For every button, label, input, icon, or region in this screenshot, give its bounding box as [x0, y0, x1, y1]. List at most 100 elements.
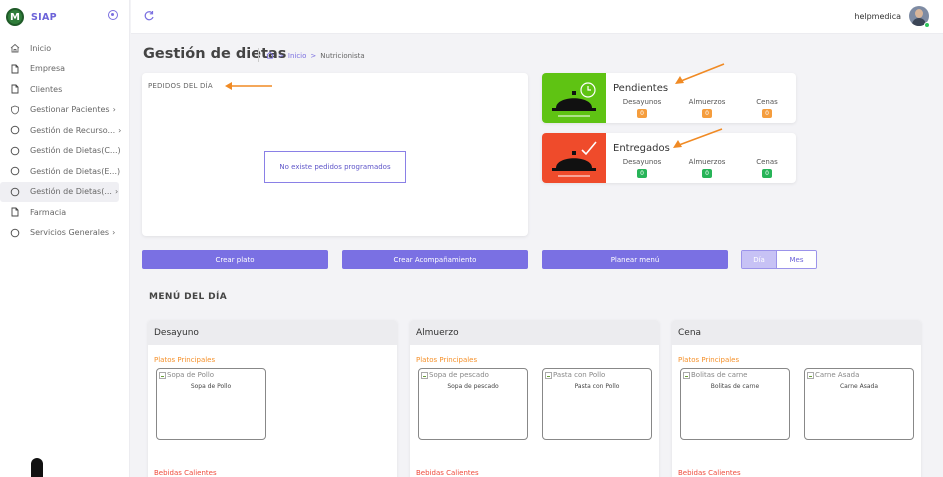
file-icon: [10, 84, 20, 94]
arrow-annotation-icon: [675, 63, 725, 84]
count-badge: 0: [637, 169, 647, 178]
pendientes-desayunos: Desayunos 0: [612, 98, 672, 118]
toggle-mes[interactable]: Mes: [776, 251, 816, 268]
circle-icon: [10, 146, 20, 156]
pendientes-counts: Desayunos 0 Almuerzos 0 Cenas 0: [612, 98, 796, 118]
dish-card[interactable]: Carne Asada Carne Asada: [804, 368, 914, 440]
circle-icon: [10, 125, 20, 135]
meal-cena: Cena Platos Principales Bolitas de carne…: [672, 320, 921, 477]
chevron-right-icon: ›: [118, 125, 122, 135]
sidebar-item-servicios-generales[interactable]: Servicios Generales ›: [0, 223, 129, 244]
sidebar-item-gestion-dietas-e[interactable]: Gestión de Dietas(E...): [0, 161, 129, 182]
status-label: Cenas: [756, 98, 778, 106]
refresh-icon[interactable]: [143, 10, 155, 22]
sidebar-item-clientes[interactable]: Clientes: [0, 79, 129, 100]
sidebar-item-label: Inicio: [30, 43, 52, 53]
pending-image: [542, 73, 606, 123]
empty-orders-message: No existe pedidos programados: [264, 151, 406, 183]
sidebar-item-label: Clientes: [30, 84, 63, 94]
sidebar-item-label: Farmacia: [30, 207, 67, 217]
brand-name: SIAP: [31, 11, 57, 23]
broken-image-icon: [545, 371, 552, 379]
file-icon: [10, 207, 20, 217]
broken-image-icon: [807, 371, 814, 379]
shield-icon: [10, 105, 20, 115]
meal-section-bebidas: Bebidas Calientes: [678, 469, 741, 477]
overlay-handle: [31, 458, 43, 477]
sidebar-item-gestionar-pacientes[interactable]: Gestionar Pacientes ›: [0, 100, 129, 121]
sidebar-item-label: Gestión de Dietas(C...): [30, 146, 121, 156]
meal-section-principales: Platos Principales: [678, 356, 740, 364]
dish-image-alt: Sopa de pescado: [429, 371, 489, 379]
entregados-desayunos: Desayunos 0: [612, 158, 672, 178]
meal-desayuno: Desayuno Platos Principales Sopa de Poll…: [148, 320, 397, 477]
sidebar-item-farmacia[interactable]: Farmacia: [0, 202, 129, 223]
status-label: Almuerzos: [688, 98, 726, 106]
planear-menu-button[interactable]: Planear menú: [542, 250, 728, 269]
meal-section-bebidas: Bebidas Calientes: [416, 469, 479, 477]
home-icon[interactable]: [266, 51, 274, 61]
count-badge: 0: [637, 109, 647, 118]
dish-image-alt: Bolitas de carne: [691, 371, 748, 379]
entregados-cenas: Cenas 0: [737, 158, 796, 178]
broken-image-icon: [683, 371, 690, 379]
dish-card[interactable]: Bolitas de carne Bolitas de carne: [680, 368, 790, 440]
sidebar-toggle-icon[interactable]: [108, 10, 118, 20]
dish-image: Carne Asada: [807, 371, 859, 379]
sidebar-item-label: Gestión de Recurso...: [30, 125, 116, 135]
breadcrumb: > Inicio > Nutricionista: [266, 51, 369, 61]
crear-acompanamiento-button[interactable]: Crear Acompañamiento: [342, 250, 528, 269]
dish-name: Pasta con Pollo: [574, 383, 620, 390]
meal-header: Cena: [672, 320, 921, 345]
page-title: Gestión de dietas: [143, 46, 287, 62]
dish-name: Bolitas de carne: [710, 383, 760, 390]
sidebar-item-gestion-recursos[interactable]: Gestión de Recurso... ›: [0, 120, 129, 141]
circle-icon: [10, 166, 20, 176]
count-badge: 0: [762, 169, 772, 178]
menu-title: MENÚ DEL DÍA: [149, 292, 228, 302]
cloche-clock-icon: [552, 82, 596, 117]
entregados-counts: Desayunos 0 Almuerzos 0 Cenas 0: [612, 158, 796, 178]
pedidos-card: PEDIDOS DEL DÍA No existe pedidos progra…: [142, 73, 528, 236]
brand-logo-icon: M: [6, 8, 24, 26]
sidebar-item-label: Gestionar Pacientes: [30, 105, 110, 115]
pendientes-cenas: Cenas 0: [737, 98, 796, 118]
sidebar: M SIAP Inicio Empresa Clientes Gestionar…: [0, 0, 130, 477]
breadcrumb-inicio[interactable]: Inicio: [288, 52, 307, 60]
count-badge: 0: [762, 109, 772, 118]
online-status-icon: [924, 22, 930, 28]
sidebar-item-empresa[interactable]: Empresa: [0, 59, 129, 80]
crear-plato-button[interactable]: Crear plato: [142, 250, 328, 269]
dish-card[interactable]: Sopa de Pollo Sopa de Pollo: [156, 368, 266, 440]
broken-image-icon: [421, 371, 428, 379]
sidebar-item-label: Servicios Generales: [30, 228, 110, 238]
entregados-card: Entregados Desayunos 0 Almuerzos 0 Cenas…: [542, 133, 796, 183]
arrow-annotation-icon: [673, 128, 723, 148]
dish-card[interactable]: Sopa de pescado Sopa de pescado: [418, 368, 528, 440]
circle-icon: [10, 187, 20, 197]
sidebar-item-label: Gestión de Dietas(...: [30, 187, 112, 197]
entregados-almuerzos: Almuerzos 0: [677, 158, 737, 178]
sidebar-item-inicio[interactable]: Inicio: [0, 38, 129, 59]
dish-image: Sopa de pescado: [421, 371, 489, 379]
sidebar-item-gestion-dietas-n[interactable]: Gestión de Dietas(... ›: [0, 181, 119, 202]
circle-icon: [10, 228, 20, 238]
cloche-check-icon: [552, 141, 597, 177]
file-icon: [10, 64, 20, 74]
chevron-right-icon: ›: [112, 228, 116, 238]
meal-section-bebidas: Bebidas Calientes: [154, 469, 217, 477]
sidebar-item-gestion-dietas-c[interactable]: Gestión de Dietas(C...): [0, 141, 129, 162]
broken-image-icon: [159, 371, 166, 379]
meal-header: Desayuno: [148, 320, 397, 345]
arrow-annotation-icon: [225, 82, 272, 90]
dish-image: Sopa de Pollo: [159, 371, 214, 379]
user-name[interactable]: helpmedica: [854, 12, 901, 21]
dish-card[interactable]: Pasta con Pollo Pasta con Pollo: [542, 368, 652, 440]
home-icon: [10, 43, 20, 53]
sidebar-item-label: Empresa: [30, 64, 66, 74]
pendientes-card: Pendientes Desayunos 0 Almuerzos 0 Cenas…: [542, 73, 796, 123]
toggle-dia[interactable]: Día: [742, 251, 776, 268]
title-divider: [258, 48, 259, 62]
dish-name: Sopa de pescado: [447, 383, 499, 390]
meal-section-principales: Platos Principales: [154, 356, 216, 364]
